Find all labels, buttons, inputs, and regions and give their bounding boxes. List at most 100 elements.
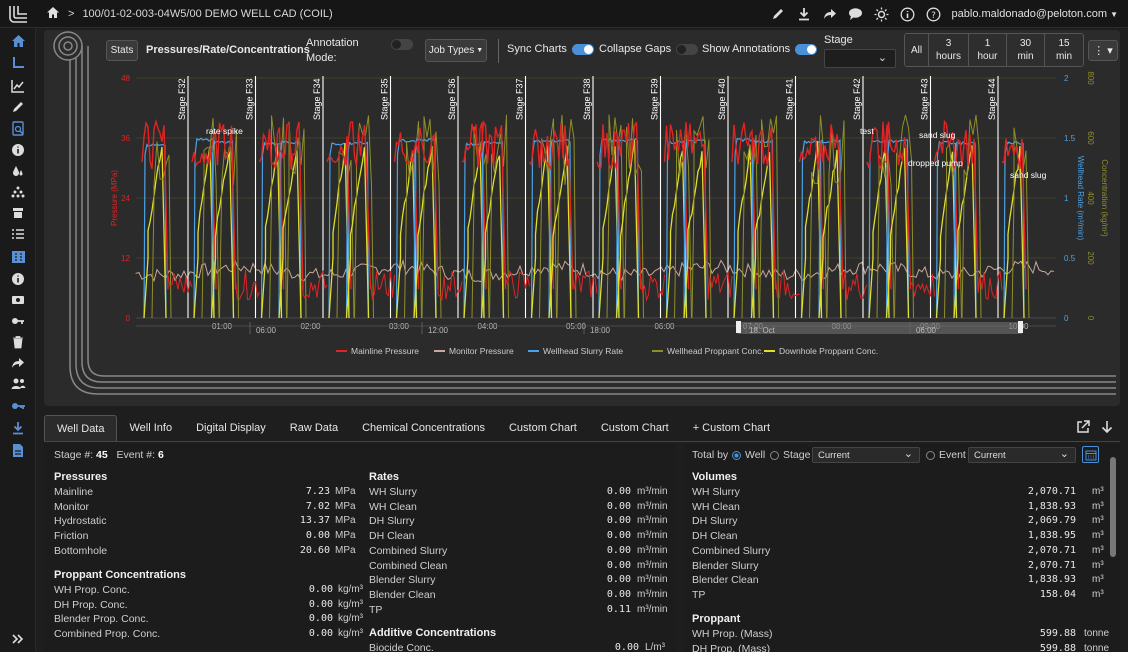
- y-axis-title: Pressure (MPa): [110, 170, 119, 226]
- chevron-down-icon: ⌄: [903, 448, 913, 460]
- totals-scrollbar[interactable]: [1110, 457, 1116, 557]
- navigator-tick-label: 06:00: [916, 326, 937, 335]
- tab-custom-chart-1[interactable]: Custom Chart: [497, 415, 589, 441]
- list-icon[interactable]: [10, 226, 26, 242]
- data-row-unit: MPa: [335, 500, 356, 512]
- event-total-select-value: Current: [974, 449, 1006, 461]
- data-row-label: Hydrostatic: [54, 515, 107, 528]
- info-icon[interactable]: [900, 6, 916, 22]
- data-tabs: Well Data Well Info Digital Display Raw …: [44, 415, 1120, 442]
- section-title: Additive Concentrations: [369, 627, 497, 639]
- external-link-icon[interactable]: [1076, 420, 1090, 437]
- money-icon[interactable]: [10, 292, 26, 308]
- rate-tick-label: 0: [1064, 314, 1069, 323]
- data-row-label: Combined Slurry: [692, 544, 771, 557]
- home-icon[interactable]: [46, 6, 60, 22]
- caret-down-icon: ▼: [1110, 10, 1118, 19]
- event-radio[interactable]: [926, 451, 935, 460]
- x-tick-label: 06:00: [654, 322, 675, 331]
- calendar-button[interactable]: [1082, 446, 1099, 463]
- key-icon[interactable]: [10, 313, 26, 329]
- file-icon[interactable]: [10, 442, 26, 458]
- download-icon[interactable]: [796, 6, 812, 22]
- info-nav-icon[interactable]: [10, 142, 26, 158]
- stage-marker-label: Stage F37: [515, 78, 525, 120]
- tab-raw-data[interactable]: Raw Data: [278, 415, 350, 441]
- tab-add-custom-chart[interactable]: + Custom Chart: [681, 415, 782, 441]
- data-row-unit: tonne: [1084, 642, 1110, 652]
- breadcrumb: > 100/01-02-003-04W5/00 DEMO WELL CAD (C…: [46, 6, 333, 22]
- expand-icon[interactable]: [10, 631, 26, 647]
- stage-number-label: Stage #:: [54, 449, 94, 461]
- data-row-value: 0.00: [308, 598, 333, 610]
- stage-marker-label: Stage F41: [785, 78, 795, 120]
- share-icon[interactable]: [822, 6, 838, 22]
- chart-panel: Stats Pressures/Rate/Concentrations Anno…: [44, 30, 1120, 406]
- app-logo[interactable]: [0, 0, 36, 28]
- rate-tick-label: 0.5: [1064, 254, 1076, 263]
- key-blue-icon[interactable]: [10, 398, 26, 414]
- pen-icon[interactable]: [10, 99, 26, 115]
- data-row-unit: m³/min: [637, 588, 668, 600]
- comment-icon[interactable]: [848, 6, 864, 22]
- drops-icon[interactable]: [10, 163, 26, 179]
- data-row-label: Blender Slurry: [692, 559, 759, 572]
- x-tick-label: 03:00: [389, 322, 410, 331]
- well-nav-icon[interactable]: [10, 55, 26, 71]
- data-row-label: TP: [369, 603, 383, 616]
- report-search-icon[interactable]: [10, 120, 26, 136]
- conc-tick-label: 400: [1086, 191, 1095, 205]
- tab-chemical-concentrations[interactable]: Chemical Concentrations: [350, 415, 497, 441]
- pencil-icon[interactable]: [770, 6, 786, 22]
- brightness-icon[interactable]: [874, 6, 890, 22]
- legend-label: Wellhead Proppant Conc.: [667, 346, 764, 356]
- data-row-unit: m³/min: [637, 515, 668, 527]
- user-menu[interactable]: pablo.maldonado@peloton.com ▼: [952, 8, 1118, 20]
- tab-well-data[interactable]: Well Data: [44, 415, 118, 441]
- forward-icon[interactable]: [10, 355, 26, 371]
- event-total-select[interactable]: Current ⌄: [968, 447, 1076, 463]
- data-row-unit: m³: [1092, 559, 1104, 571]
- data-row: Blender Prop. Conc. 0.00 kg/m³: [54, 613, 378, 627]
- breadcrumb-well[interactable]: 100/01-02-003-04W5/00 DEMO WELL CAD (COI…: [82, 8, 332, 20]
- help-icon[interactable]: ?: [926, 6, 942, 22]
- data-row-value: 599.88: [1039, 642, 1076, 652]
- tab-digital-display[interactable]: Digital Display: [184, 415, 278, 441]
- chart-line-icon[interactable]: [10, 78, 26, 94]
- stage-total-select[interactable]: Current ⌄: [812, 447, 920, 463]
- stage-marker-label: Stage F33: [245, 78, 255, 120]
- users-icon[interactable]: [10, 376, 26, 392]
- info-circle-icon[interactable]: [10, 271, 26, 287]
- data-row-value: 0.00: [606, 588, 631, 600]
- stage-radio-label: Stage: [783, 449, 811, 461]
- legend-label: Mainline Pressure: [351, 346, 419, 356]
- arrow-down-icon[interactable]: [1100, 420, 1114, 437]
- data-row: Blender Clean 1,838.93 m³: [692, 574, 1128, 588]
- conc-tick-label: 800: [1086, 71, 1095, 85]
- stage-marker-label: Stage F40: [717, 78, 727, 120]
- building-icon[interactable]: [10, 248, 26, 264]
- stage-marker-label: Stage F38: [582, 78, 592, 120]
- tab-well-info[interactable]: Well Info: [117, 415, 184, 441]
- data-row: DH Clean 1,838.95 m³: [692, 530, 1128, 544]
- trash-icon[interactable]: [10, 334, 26, 350]
- data-row-unit: kg/m³: [338, 628, 363, 640]
- bin-icon[interactable]: [10, 205, 26, 221]
- data-row-value: 2,069.79: [1027, 515, 1076, 527]
- pressure-rate-chart[interactable]: 0 12 24 36 48 Pressure (MPa) 0 0.5 1 1.5 2 Wellhead…: [44, 30, 1120, 406]
- data-row-value: 0.00: [606, 500, 631, 512]
- data-row: WH Slurry 0.00 m³/min: [369, 486, 677, 500]
- well-radio[interactable]: [732, 451, 741, 460]
- tab-custom-chart-2[interactable]: Custom Chart: [589, 415, 681, 441]
- data-row-label: DH Prop. (Mass): [692, 642, 771, 652]
- data-row: DH Prop. Conc. 0.00 kg/m³: [54, 599, 378, 613]
- stage-radio[interactable]: [770, 451, 779, 460]
- home-nav-icon[interactable]: [10, 33, 26, 49]
- chevron-down-icon: ⌄: [1059, 448, 1069, 460]
- data-row-value: 13.37: [299, 515, 330, 527]
- data-row-value: 0.00: [308, 613, 333, 625]
- proppant-icon[interactable]: [10, 184, 26, 200]
- data-row: DH Prop. (Mass) 599.88 tonne: [692, 643, 1124, 652]
- download-nav-icon[interactable]: [10, 420, 26, 436]
- navigator-tick-label: 18. Oct: [749, 326, 776, 335]
